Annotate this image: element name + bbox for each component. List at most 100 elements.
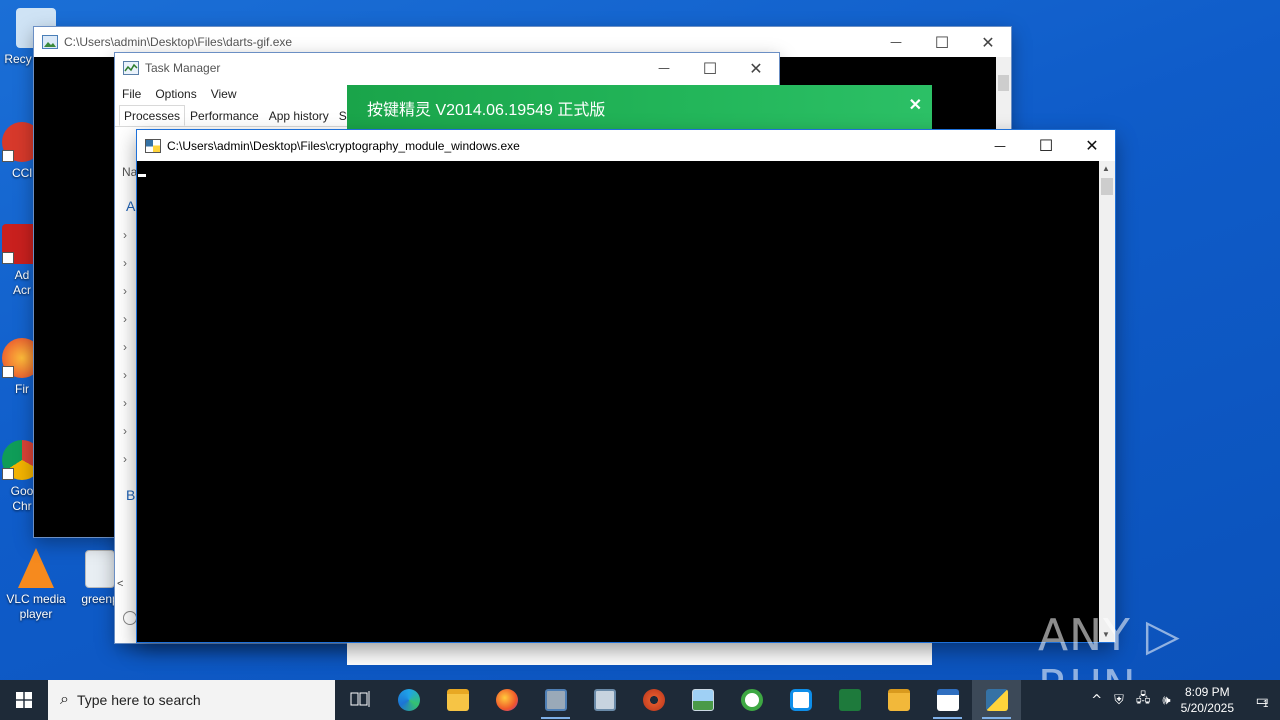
chevron-right-icon[interactable]: › — [123, 368, 127, 382]
taskbar-firefox[interactable] — [482, 680, 531, 720]
scroll-left-button[interactable]: < — [117, 578, 123, 590]
window-title: C:\Users\admin\Desktop\Files\cryptograph… — [167, 138, 520, 153]
security-icon[interactable]: ⛨ — [1114, 693, 1124, 708]
edge-icon — [397, 689, 420, 711]
folder-icon — [887, 689, 910, 711]
console-window[interactable]: C:\Users\admin\Desktop\Files\cryptograph… — [137, 130, 1115, 642]
volume-icon[interactable]: 🕪 — [1162, 693, 1170, 708]
tab-app-history[interactable]: App history — [264, 105, 334, 126]
taskbar-folder[interactable] — [874, 680, 923, 720]
notification-count: 1 — [1262, 698, 1269, 710]
taskbar-photos[interactable] — [678, 680, 727, 720]
firefox-icon — [495, 689, 518, 711]
chevron-right-icon[interactable]: › — [123, 312, 127, 326]
chevron-up-icon[interactable]: ^ — [1091, 693, 1102, 708]
column-header-name[interactable]: Na — [122, 165, 137, 179]
vlc-cone-icon — [18, 548, 54, 588]
vertical-scrollbar[interactable]: ▲ ▼ — [1099, 161, 1115, 642]
desktop-icon-greenp[interactable]: greenp — [80, 550, 120, 607]
teamviewer-icon — [789, 689, 812, 711]
minimize-button[interactable]: — — [873, 27, 919, 57]
close-button[interactable]: ✕ — [733, 53, 779, 83]
tab-performance[interactable]: Performance — [185, 105, 264, 126]
system-tray: ^ ⛨ 🖧 🕪 8:09 PM 5/20/2025 ▭ 1 — [1085, 680, 1280, 720]
taskbar-news-window[interactable] — [923, 680, 972, 720]
window-title: Task Manager — [145, 61, 221, 75]
chevron-right-icon[interactable]: › — [123, 424, 127, 438]
start-button[interactable] — [0, 680, 48, 720]
tab-processes[interactable]: Processes — [119, 105, 186, 126]
desktop-icon-label: CCl — [12, 166, 32, 180]
chevron-right-icon[interactable]: › — [123, 228, 127, 242]
banner-title: 按键精灵 V2014.06.19549 正式版 — [367, 101, 606, 119]
maximize-button[interactable]: ☐ — [687, 53, 733, 83]
app-installer-icon — [544, 689, 567, 711]
text-cursor — [138, 174, 146, 177]
printer-icon — [593, 689, 616, 711]
gear-icon — [642, 689, 665, 711]
console-output[interactable] — [137, 161, 1099, 642]
taskbar-printer-tool[interactable] — [580, 680, 629, 720]
chevron-right-icon[interactable]: › — [123, 452, 127, 466]
photos-icon — [691, 689, 714, 711]
desktop: Recy CCl Ad Acr Fir Goo Chr VLC media pl… — [0, 0, 1280, 680]
desktop-icon-label: VLC media — [6, 592, 66, 606]
shortcut-arrow-icon — [2, 366, 14, 378]
group-background-processes: B — [126, 487, 136, 503]
desktop-icon-vlc[interactable]: VLC media player — [0, 548, 72, 622]
chevron-right-icon[interactable]: › — [123, 340, 127, 354]
image-viewer-icon — [42, 35, 58, 49]
desktop-icon-label: greenp — [81, 592, 119, 606]
anyrun-watermark: ANY ▷ RUN — [1038, 610, 1181, 680]
close-button[interactable]: ✕ — [965, 27, 1011, 57]
task-manager-icon — [123, 61, 139, 75]
file-explorer-icon — [446, 689, 469, 711]
clock-time: 8:09 PM — [1184, 685, 1230, 699]
clock[interactable]: 8:09 PM 5/20/2025 — [1181, 684, 1234, 716]
taskbar-settings-gear[interactable] — [629, 680, 678, 720]
taskbar-excel[interactable] — [825, 680, 874, 720]
group-apps: A — [126, 198, 136, 214]
python-icon — [145, 138, 161, 153]
qbittorrent-icon — [740, 689, 763, 711]
taskbar-teamviewer[interactable] — [776, 680, 825, 720]
taskbar-python-console[interactable] — [972, 680, 1021, 720]
banner-header: 按键精灵 V2014.06.19549 正式版 ✕ — [347, 85, 932, 130]
taskbar-apps — [335, 680, 1021, 720]
title-bar[interactable]: C:\Users\admin\Desktop\Files\cryptograph… — [137, 130, 1115, 161]
task-view-icon — [350, 691, 369, 707]
chevron-right-icon[interactable]: › — [123, 396, 127, 410]
menu-view[interactable]: View — [211, 87, 237, 101]
taskbar-app-installer[interactable] — [531, 680, 580, 720]
window-icon — [936, 689, 959, 711]
network-icon[interactable]: 🖧 — [1136, 689, 1151, 711]
desktop-icon-label: player — [19, 607, 53, 621]
clock-date: 5/20/2025 — [1180, 701, 1234, 715]
task-view-button[interactable] — [335, 680, 384, 720]
taskbar-file-explorer[interactable] — [433, 680, 482, 720]
taskbar-qbittorrent[interactable] — [727, 680, 776, 720]
taskbar-edge[interactable] — [384, 680, 433, 720]
chevron-right-icon[interactable]: › — [123, 256, 127, 270]
close-icon[interactable]: ✕ — [909, 95, 922, 115]
close-button[interactable]: ✕ — [1069, 130, 1115, 161]
minimize-button[interactable]: — — [977, 130, 1023, 161]
menu-file[interactable]: File — [122, 87, 141, 101]
menu-options[interactable]: Options — [155, 87, 196, 101]
chevron-right-icon[interactable]: › — [123, 284, 127, 298]
action-center-button[interactable]: ▭ 1 — [1244, 691, 1280, 710]
fewer-details-icon[interactable] — [123, 611, 137, 625]
maximize-button[interactable]: ☐ — [1023, 130, 1069, 161]
title-bar[interactable]: Task Manager — ☐ ✕ — [115, 53, 779, 83]
desktop-icon-label: Recy — [4, 52, 32, 66]
scroll-thumb[interactable] — [998, 75, 1009, 91]
maximize-button[interactable]: ☐ — [919, 27, 965, 57]
desktop-icon-label: Fir — [15, 382, 29, 396]
taskbar-search-box[interactable]: ⌕ Type here to search — [48, 680, 335, 720]
scroll-thumb[interactable] — [1101, 178, 1113, 195]
taskbar: ⌕ Type here to search ^ ⛨ 🖧 🕪 8:09 PM 5/… — [0, 680, 1280, 720]
search-placeholder: Type here to search — [76, 692, 201, 708]
windows-logo-icon — [16, 692, 32, 708]
scroll-up-arrow-icon[interactable]: ▲ — [1102, 164, 1110, 173]
minimize-button[interactable]: — — [641, 53, 687, 83]
